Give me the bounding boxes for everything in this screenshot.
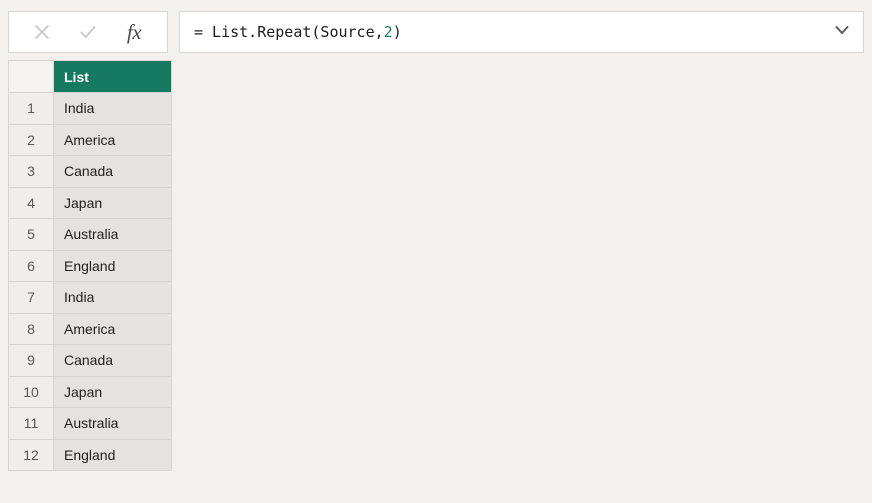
- close-icon: [32, 22, 52, 42]
- row-number[interactable]: 12: [8, 439, 53, 471]
- data-grid: List 1India2America3Canada4Japan5Austral…: [8, 60, 172, 471]
- table-row[interactable]: 3Canada: [8, 155, 171, 187]
- table-row[interactable]: 12England: [8, 439, 171, 471]
- row-number[interactable]: 4: [8, 187, 53, 219]
- table-row[interactable]: 1India: [8, 92, 171, 124]
- row-number[interactable]: 2: [8, 124, 53, 156]
- row-number[interactable]: 6: [8, 250, 53, 282]
- cell-list[interactable]: India: [53, 92, 171, 124]
- row-number[interactable]: 10: [8, 376, 53, 408]
- table-row[interactable]: 9Canada: [8, 344, 171, 376]
- formula-input[interactable]: = List.Repeat(Source,2): [179, 11, 864, 53]
- fx-icon: fx: [127, 22, 141, 43]
- formula-bar-actions: fx: [8, 11, 168, 53]
- table-row[interactable]: 7India: [8, 281, 171, 313]
- formula-number: 2: [384, 23, 393, 41]
- table-row[interactable]: 2America: [8, 124, 171, 156]
- row-number[interactable]: 11: [8, 407, 53, 439]
- column-header-list[interactable]: List: [53, 60, 171, 92]
- row-number[interactable]: 1: [8, 92, 53, 124]
- cell-list[interactable]: America: [53, 124, 171, 156]
- row-number[interactable]: 3: [8, 155, 53, 187]
- cell-list[interactable]: Australia: [53, 218, 171, 250]
- row-number[interactable]: 8: [8, 313, 53, 345]
- cell-list[interactable]: India: [53, 281, 171, 313]
- cell-list[interactable]: Canada: [53, 344, 171, 376]
- table-row[interactable]: 8America: [8, 313, 171, 345]
- cell-list[interactable]: England: [53, 439, 171, 471]
- table-row[interactable]: 5Australia: [8, 218, 171, 250]
- expand-formula-bar-button[interactable]: [831, 21, 853, 43]
- table-row[interactable]: 11Australia: [8, 407, 171, 439]
- grid-header-row: List: [8, 60, 171, 92]
- insert-function-button[interactable]: fx: [115, 13, 153, 51]
- grid-body: 1India2America3Canada4Japan5Australia6En…: [8, 92, 171, 470]
- cell-list[interactable]: Japan: [53, 376, 171, 408]
- cell-list[interactable]: Canada: [53, 155, 171, 187]
- cell-list[interactable]: Australia: [53, 407, 171, 439]
- formula-prefix: = List.Repeat(Source,: [194, 23, 384, 41]
- chevron-down-icon: [833, 21, 851, 44]
- row-number[interactable]: 7: [8, 281, 53, 313]
- cancel-button[interactable]: [23, 13, 61, 51]
- cell-list[interactable]: America: [53, 313, 171, 345]
- cell-list[interactable]: Japan: [53, 187, 171, 219]
- row-number[interactable]: 9: [8, 344, 53, 376]
- formula-text: = List.Repeat(Source,2): [194, 23, 402, 41]
- check-icon: [78, 22, 98, 42]
- confirm-button[interactable]: [69, 13, 107, 51]
- table-row[interactable]: 6England: [8, 250, 171, 282]
- cell-list[interactable]: England: [53, 250, 171, 282]
- formula-suffix: ): [393, 23, 402, 41]
- formula-bar: fx = List.Repeat(Source,2): [8, 11, 864, 53]
- select-all-corner[interactable]: [8, 60, 53, 92]
- row-number[interactable]: 5: [8, 218, 53, 250]
- table-row[interactable]: 10Japan: [8, 376, 171, 408]
- table-row[interactable]: 4Japan: [8, 187, 171, 219]
